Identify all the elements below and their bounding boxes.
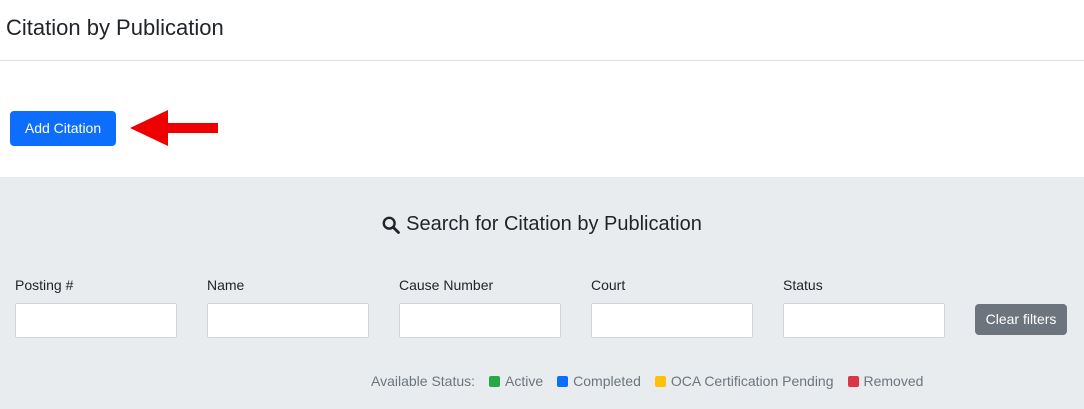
- add-citation-button[interactable]: Add Citation: [10, 111, 116, 146]
- legend-item-label: Active: [505, 373, 544, 389]
- page-header: Citation by Publication: [0, 0, 1084, 61]
- legend-label: Available Status:: [371, 373, 476, 389]
- legend-swatch: [489, 375, 501, 387]
- status-label: Status: [783, 277, 823, 293]
- legend-item-completed: Completed: [557, 373, 641, 389]
- arrow-left-icon: [130, 110, 218, 146]
- legend-item-oca-pending: OCA Certification Pending: [654, 373, 834, 389]
- legend-swatch: [654, 375, 666, 387]
- cause-number-label: Cause Number: [399, 277, 494, 293]
- legend-swatch: [847, 375, 859, 387]
- posting-number-input[interactable]: [15, 303, 177, 338]
- legend-item-label: OCA Certification Pending: [670, 373, 834, 389]
- filter-status: Status: [783, 277, 945, 338]
- status-input[interactable]: [783, 303, 945, 338]
- legend-swatch: [557, 375, 569, 387]
- search-icon: [382, 216, 401, 234]
- name-label: Name: [207, 277, 245, 293]
- search-heading-text: Search for Citation by Publication: [406, 213, 702, 235]
- name-input[interactable]: [207, 303, 369, 338]
- search-heading: Search for Citation by Publication: [0, 213, 1084, 236]
- legend-item-label: Completed: [573, 373, 641, 389]
- legend-item-label: Removed: [863, 373, 924, 389]
- cause-number-input[interactable]: [399, 303, 561, 338]
- court-input[interactable]: [591, 303, 753, 338]
- status-legend: Available Status: Active Completed OCA C…: [371, 372, 923, 390]
- legend-item-active: Active: [489, 373, 543, 389]
- page-title: Citation by Publication: [6, 15, 224, 40]
- court-label: Court: [591, 277, 626, 293]
- filter-posting-number: Posting #: [15, 277, 177, 338]
- search-panel: Search for Citation by Publication Posti…: [0, 177, 1084, 409]
- filter-court: Court: [591, 277, 753, 338]
- filter-name: Name: [207, 277, 369, 338]
- filter-cause-number: Cause Number: [399, 277, 561, 338]
- posting-number-label: Posting #: [15, 277, 74, 293]
- clear-filters-button[interactable]: Clear filters: [975, 304, 1067, 335]
- legend-item-removed: Removed: [847, 373, 924, 389]
